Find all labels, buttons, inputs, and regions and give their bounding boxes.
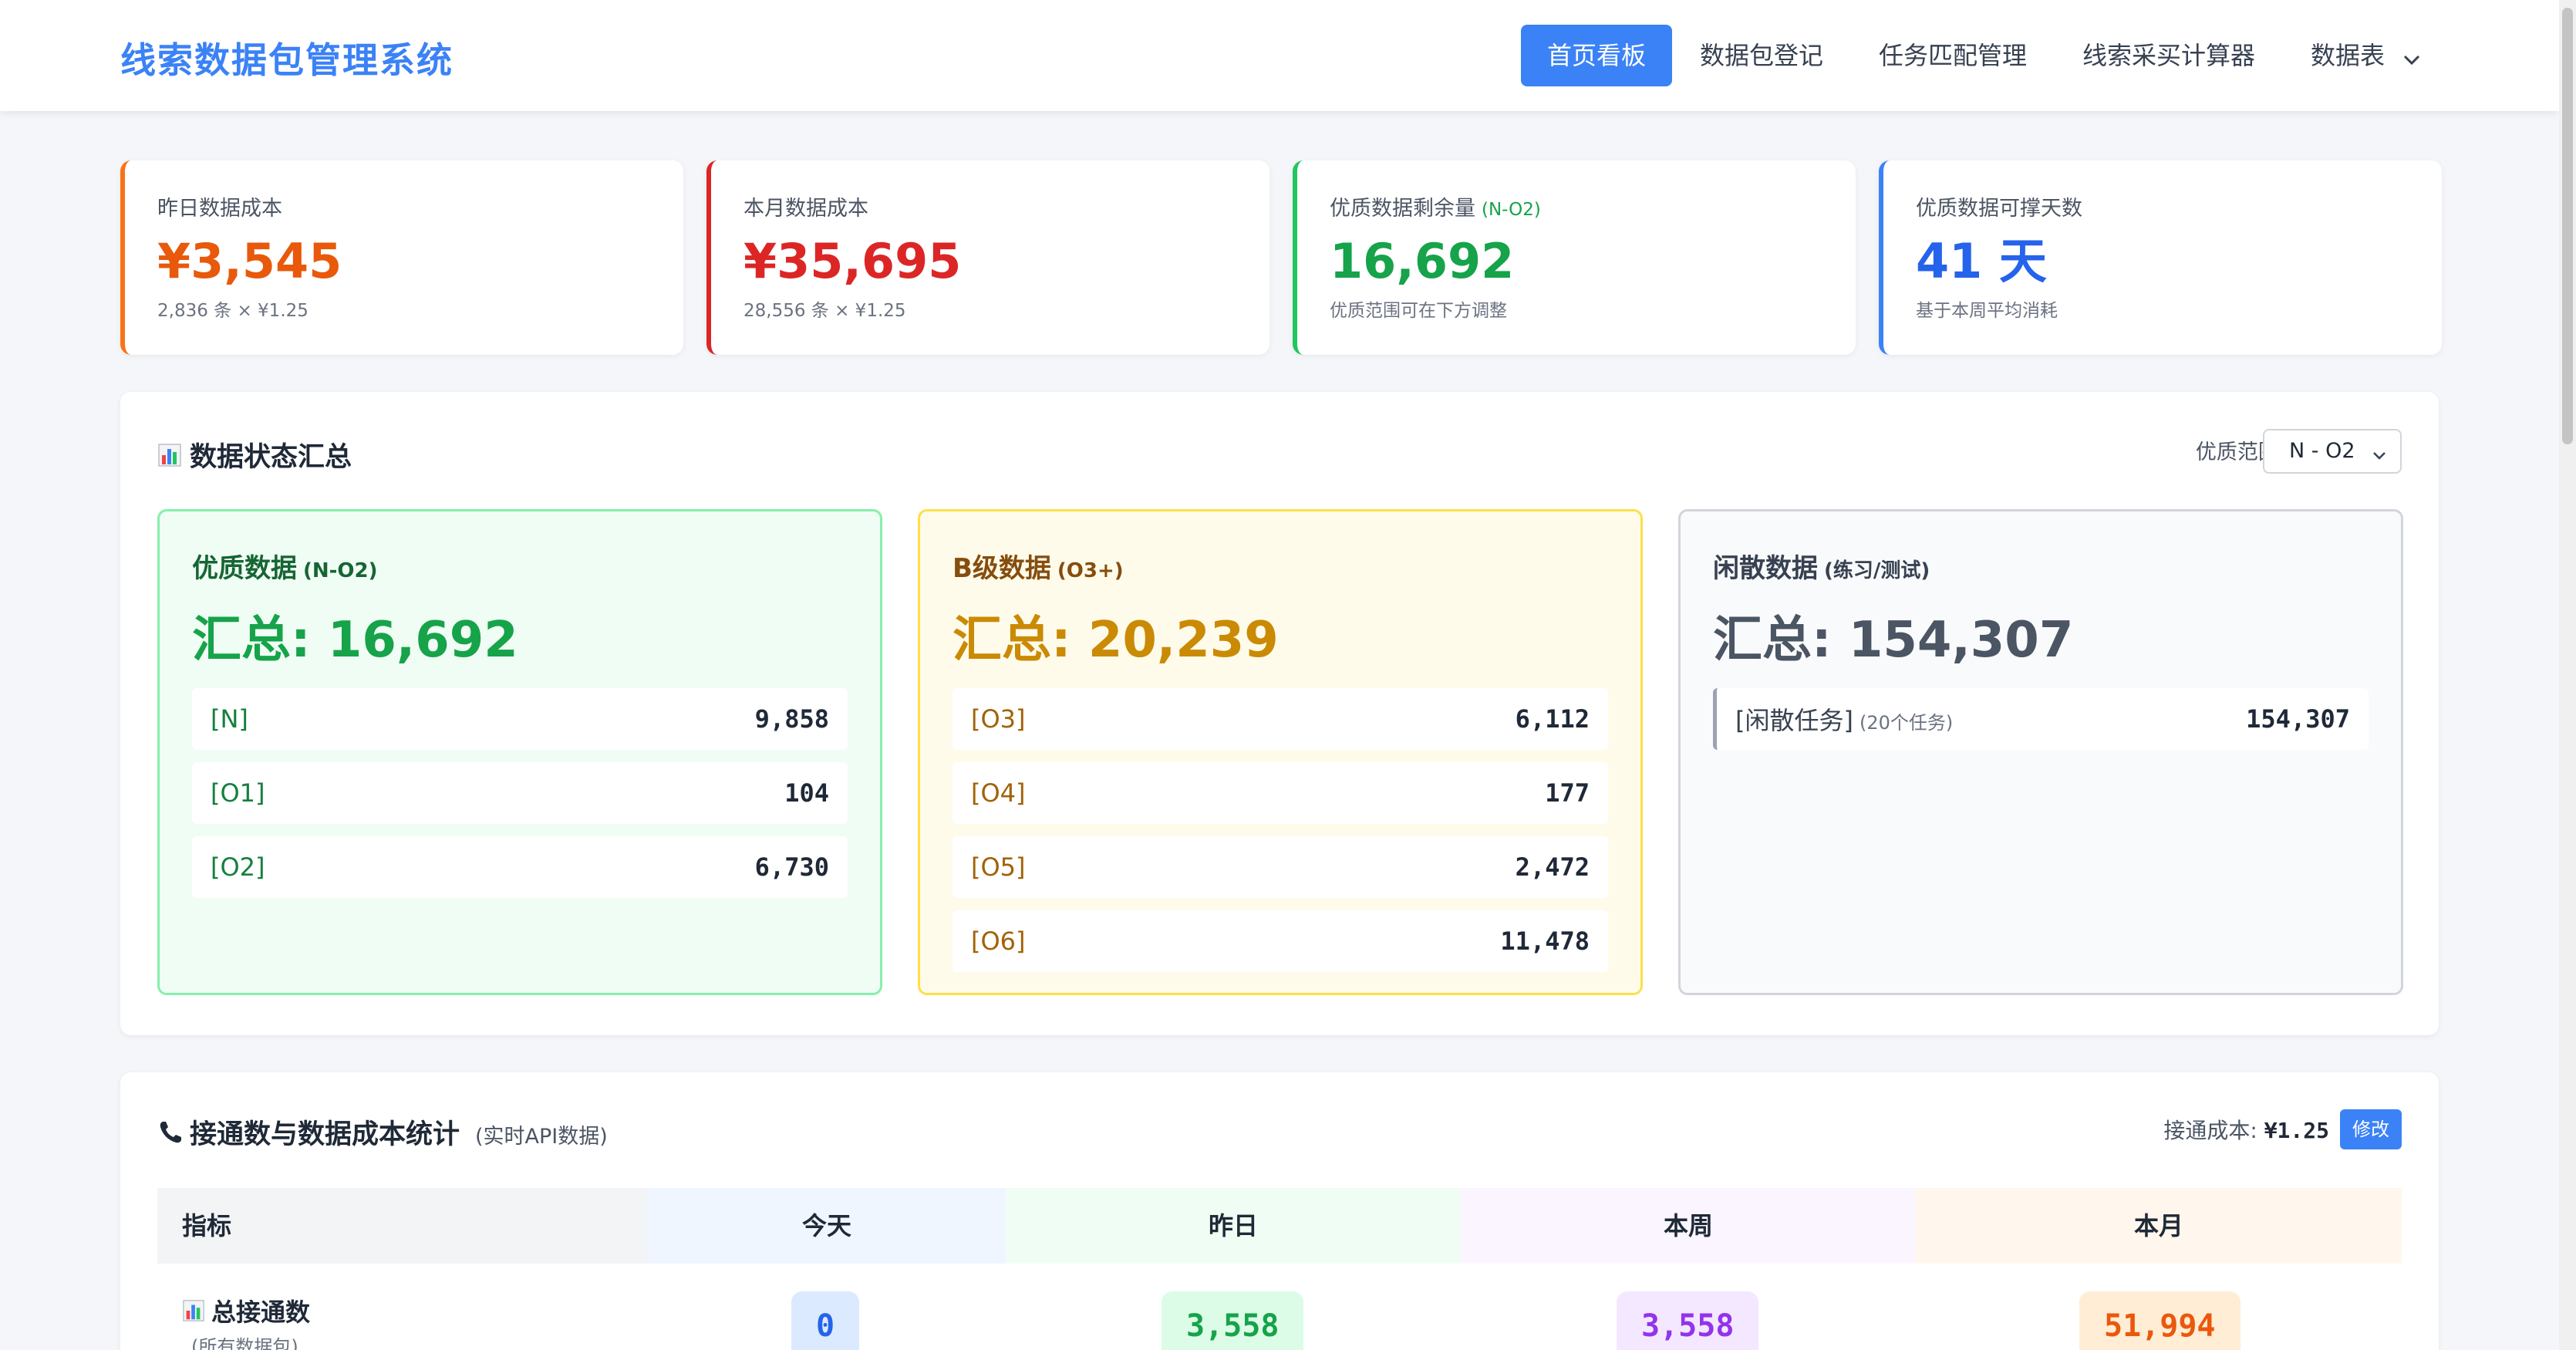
list-item: [O4] 177 [953, 762, 1608, 824]
top-navbar: 线索数据包管理系统 首页看板 数据包登记 任务匹配管理 线索采买计算器 数据表 [0, 0, 2559, 111]
scrollbar-thumb[interactable] [2562, 8, 2573, 444]
stat-label: 昨日数据成本 [157, 197, 282, 221]
table-row-label: 总接通数 [182, 1293, 310, 1328]
stat-note: 优质范围可在下方调整 [1330, 301, 1507, 322]
stat-note: 2,836 条 × ¥1.25 [157, 301, 309, 322]
app-title[interactable]: 线索数据包管理系统 [120, 32, 453, 83]
stat-label: 优质数据剩余量 (N-O2) [1330, 197, 1541, 221]
list-item: [O1] 104 [192, 762, 848, 824]
cost-label: 接通成本: ¥1.25 [2163, 1118, 2329, 1143]
stat-card-quality-remaining: 优质数据剩余量 (N-O2) 16,692 优质范围可在下方调整 [1293, 160, 1856, 355]
nav-task-matching[interactable]: 任务匹配管理 [1853, 25, 2053, 86]
calls-yesterday-value: 3,558 [1162, 1291, 1304, 1350]
column-header: 本月 [1916, 1188, 2402, 1264]
page-scrollbar[interactable] [2559, 0, 2576, 1350]
calls-week-value: 3,558 [1617, 1291, 1759, 1350]
list-item: [O5] 2,472 [953, 836, 1608, 898]
column-header: 指标 [157, 1188, 648, 1264]
panel-title: 数据状态汇总 [157, 435, 352, 474]
bar-chart-icon [157, 443, 182, 474]
group-total: 汇总: 20,239 [953, 612, 1279, 669]
stat-card-days-remaining: 优质数据可撑天数 41 天 基于本周平均消耗 [1879, 160, 2442, 355]
stat-note: 28,556 条 × ¥1.25 [743, 301, 906, 322]
stat-note: 基于本周平均消耗 [1916, 301, 2058, 322]
calls-cost-panel: 接通数与数据成本统计 (实时API数据) 接通成本: ¥1.25 修改 指标 今天… [120, 1072, 2439, 1350]
nav-lead-calculator[interactable]: 线索采买计算器 [2056, 25, 2281, 86]
bar-chart-icon [182, 1299, 205, 1328]
stat-card-month-cost: 本月数据成本 ¥35,695 28,556 条 × ¥1.25 [706, 160, 1269, 355]
calls-month-value: 51,994 [2079, 1291, 2241, 1350]
group-quality-data: 优质数据 (N-O2) 汇总: 16,692 [N] 9,858 [O1] 104 [… [157, 509, 882, 995]
stat-value: 16,692 [1330, 233, 1515, 289]
list-item: [O6] 11,478 [953, 910, 1608, 972]
column-header: 昨日 [1006, 1188, 1461, 1264]
group-title: 闲散数据 (练习/测试) [1713, 553, 1930, 584]
chevron-down-icon [2372, 434, 2386, 475]
list-item: [O3] 6,112 [953, 688, 1608, 750]
column-header: 今天 [648, 1188, 1006, 1264]
nav-package-register[interactable]: 数据包登记 [1674, 25, 1849, 86]
list-item: [O2] 6,730 [192, 836, 848, 898]
group-total: 汇总: 154,307 [1713, 612, 2074, 669]
group-title: B级数据 (O3+) [953, 553, 1124, 584]
stat-value: ¥35,695 [743, 233, 962, 289]
table-row-sublabel: (所有数据包) [191, 1336, 298, 1350]
list-item: [N] 9,858 [192, 688, 848, 750]
nav-dashboard[interactable]: 首页看板 [1521, 25, 1673, 86]
group-b-level-data: B级数据 (O3+) 汇总: 20,239 [O3] 6,112 [O4] 177 [… [918, 509, 1643, 995]
stat-value: ¥3,545 [157, 233, 342, 289]
stat-value: 41 天 [1916, 233, 2047, 289]
calls-today-value: 0 [791, 1291, 860, 1350]
stat-card-yesterday-cost: 昨日数据成本 ¥3,545 2,836 条 × ¥1.25 [120, 160, 683, 355]
quality-range-select[interactable]: N - O2 [2263, 429, 2402, 474]
column-header: 本周 [1461, 1188, 1916, 1264]
nav-data-tables-dropdown[interactable]: 数据表 [2284, 25, 2446, 86]
chevron-down-icon [2403, 26, 2420, 88]
list-item: [闲散任务] (20个任务) 154,307 [1713, 688, 2369, 750]
edit-cost-button[interactable]: 修改 [2340, 1109, 2402, 1149]
phone-icon [157, 1119, 184, 1153]
group-total: 汇总: 16,692 [192, 612, 518, 669]
panel-title: 接通数与数据成本统计 (实时API数据) [157, 1112, 608, 1153]
stat-label: 本月数据成本 [743, 197, 868, 221]
table-header: 指标 今天 昨日 本周 本月 [157, 1188, 2402, 1264]
group-title: 优质数据 (N-O2) [192, 553, 378, 584]
data-status-panel: 数据状态汇总 优质范围: N - O2 优质数据 (N-O2) 汇总: 16,69… [120, 392, 2439, 1035]
nav-data-tables-label: 数据表 [2311, 41, 2385, 70]
group-idle-data: 闲散数据 (练习/测试) 汇总: 154,307 [闲散任务] (20个任务) 154… [1678, 509, 2403, 995]
stat-label: 优质数据可撑天数 [1916, 197, 2082, 221]
